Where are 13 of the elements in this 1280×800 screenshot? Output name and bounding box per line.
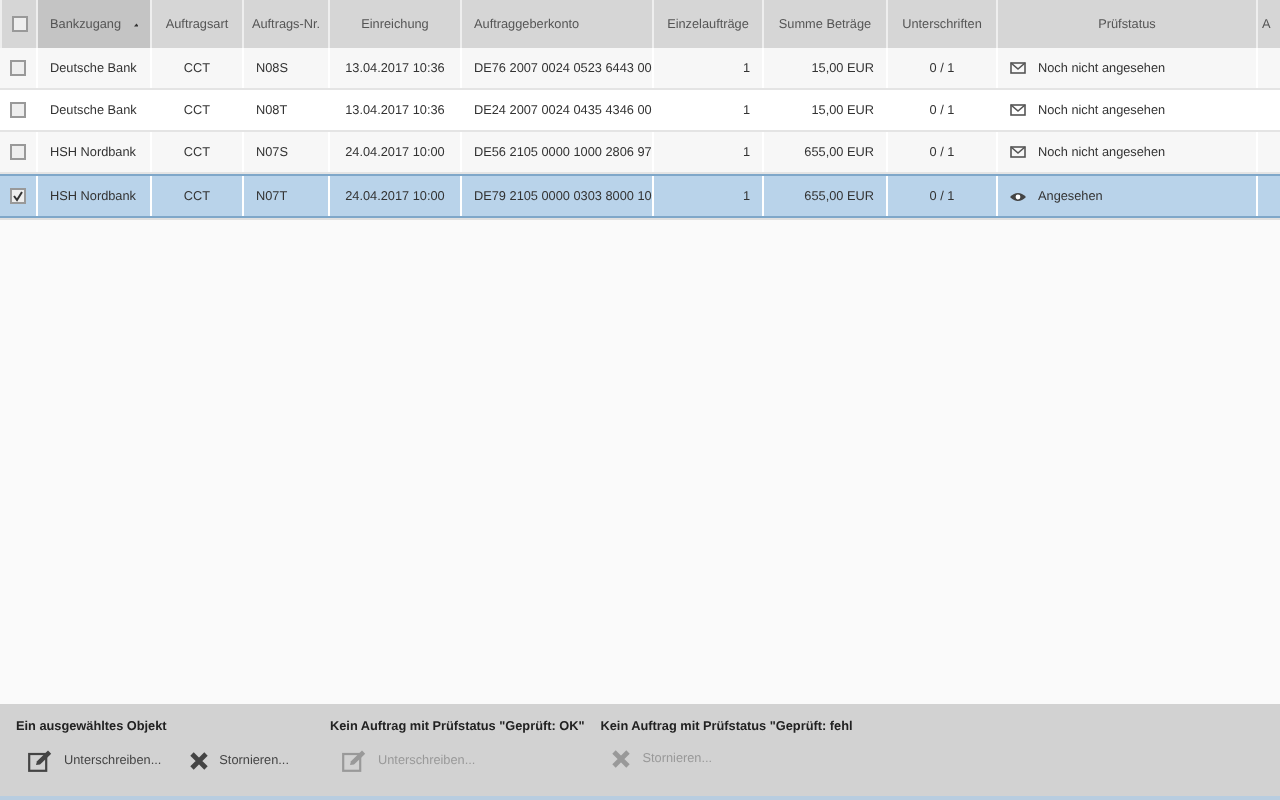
row-checkbox[interactable] xyxy=(10,144,26,160)
envelope-icon xyxy=(1010,104,1026,116)
row-checkbox[interactable] xyxy=(10,60,26,76)
row-checkbox[interactable] xyxy=(10,102,26,118)
row-checkbox[interactable] xyxy=(10,188,26,204)
cross-icon xyxy=(189,752,208,770)
envelope-icon xyxy=(1010,146,1026,158)
envelope-icon xyxy=(1010,62,1026,74)
cross-icon xyxy=(612,750,631,768)
eye-icon xyxy=(1010,191,1026,201)
select-all-checkbox[interactable] xyxy=(11,16,27,32)
edit-icon xyxy=(28,750,52,772)
edit-icon xyxy=(342,750,366,772)
